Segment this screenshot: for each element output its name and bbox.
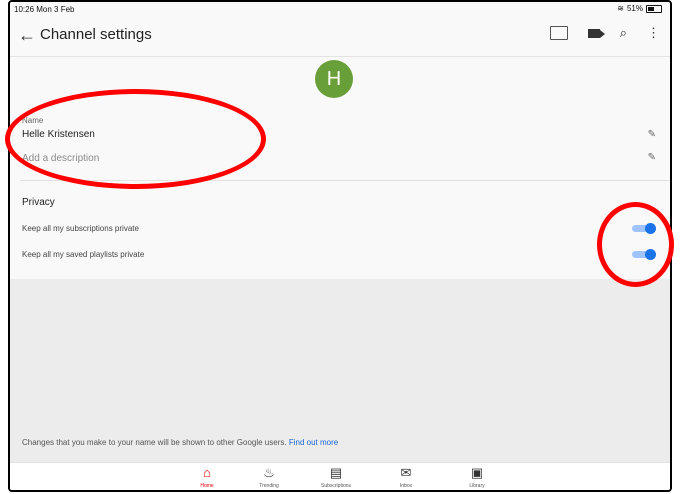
privacy-playlists-label: Keep all my saved playlists private (22, 250, 145, 259)
library-icon: ▣ (470, 465, 484, 480)
edit-name-pencil-icon[interactable]: ✎ (648, 129, 656, 140)
battery-icon (646, 4, 662, 13)
privacy-heading: Privacy (22, 197, 55, 208)
page-title: Channel settings (40, 26, 152, 43)
avatar[interactable]: H (315, 60, 353, 98)
nav-subscriptions[interactable]: ▤ Subscriptions (306, 465, 366, 489)
wifi-icon: ≋ (617, 4, 624, 13)
status-bar: 10:26 Mon 3 Feb ≋ 51% (10, 2, 670, 16)
search-icon[interactable]: ⌕ (620, 26, 627, 40)
status-indicators: ≋ 51% (617, 4, 662, 13)
battery-percent: 51% (626, 4, 643, 13)
empty-area (10, 279, 670, 462)
appbar-actions: ⌕ ⋮ (549, 26, 660, 40)
status-time: 10:26 Mon 3 Feb (14, 5, 75, 14)
nav-trending[interactable]: ♨ Trending (239, 465, 299, 489)
nav-library[interactable]: ▣ Library (447, 465, 507, 489)
back-arrow-icon[interactable]: ← (18, 25, 36, 46)
inbox-icon: ✉ (400, 465, 412, 480)
footer-note: Changes that you make to your name will … (22, 438, 338, 447)
nav-library-label: Library (469, 483, 485, 489)
trending-icon: ♨ (263, 465, 275, 480)
nav-inbox[interactable]: ✉ Inbox (376, 465, 436, 489)
camera-icon[interactable] (587, 28, 605, 38)
bottom-nav: ⌂ Home ♨ Trending ▤ Subscriptions ✉ Inbo… (10, 462, 670, 490)
edit-description-pencil-icon[interactable]: ✎ (648, 152, 656, 163)
find-out-more-link[interactable]: Find out more (289, 438, 338, 447)
footer-note-text: Changes that you make to your name will … (22, 438, 287, 447)
home-icon: ⌂ (203, 465, 211, 480)
more-vert-icon[interactable]: ⋮ (647, 26, 660, 40)
nav-trending-label: Trending (259, 483, 279, 489)
app-bar: ← Channel settings ⌕ ⋮ (10, 16, 670, 57)
nav-home[interactable]: ⌂ Home (177, 465, 237, 489)
privacy-subscriptions-label: Keep all my subscriptions private (22, 224, 139, 233)
app-window: 10:26 Mon 3 Feb ≋ 51% ← Channel settings… (8, 0, 672, 492)
nav-subscriptions-label: Subscriptions (320, 483, 351, 489)
subscriptions-icon: ▤ (329, 465, 343, 480)
cast-icon[interactable] (549, 26, 568, 40)
nav-inbox-label: Inbox (399, 483, 413, 489)
annotation-circle-toggles (597, 202, 674, 287)
annotation-circle-name (5, 89, 266, 189)
nav-home-label: Home (200, 483, 214, 489)
